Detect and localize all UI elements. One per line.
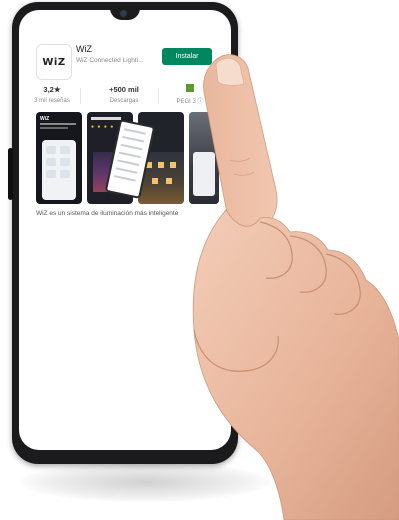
text-line — [40, 123, 76, 125]
app-title: WiZ — [76, 44, 92, 54]
downloads-label: Descargas — [109, 98, 139, 104]
rating-value: 3,2★ — [43, 85, 61, 94]
divider — [158, 88, 159, 104]
text-line — [40, 127, 68, 129]
text-line — [91, 117, 121, 120]
stage: WiZ WiZ WiZ Connected Lighti... Instalar… — [0, 0, 399, 520]
downloads-value: +500 mil — [109, 85, 139, 94]
side-button — [8, 148, 13, 200]
hand-illustration — [192, 54, 399, 520]
mini-phone-ui — [42, 140, 76, 200]
color-dots: ● ● ● ● — [91, 124, 115, 130]
app-developer[interactable]: WiZ Connected Lighti... — [76, 57, 144, 64]
camera-icon — [120, 10, 127, 17]
app-description[interactable]: WiZ es un sistema de iluminación más int… — [36, 210, 178, 217]
screenshot-1[interactable]: WiZ — [36, 112, 82, 204]
screenshot-1-title: WiZ — [40, 116, 50, 122]
app-icon[interactable]: WiZ — [36, 44, 72, 80]
divider — [80, 88, 81, 104]
reviews-count: 3 mil reseñas — [34, 98, 70, 104]
downloads-stat: +500 mil Descargas — [98, 85, 150, 104]
rating-stat[interactable]: 3,2★ 3 mil reseñas — [30, 85, 74, 104]
